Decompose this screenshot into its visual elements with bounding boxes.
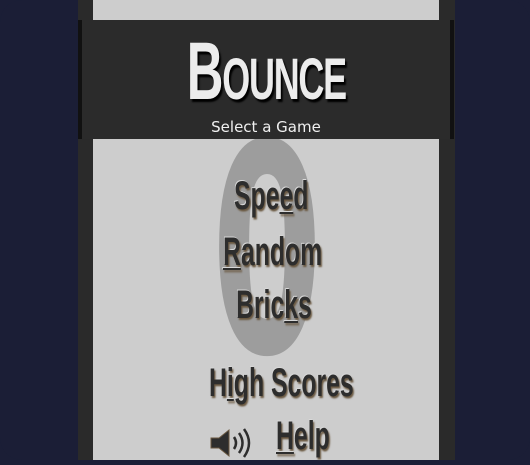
speaker-volume-icon-graphic	[210, 428, 251, 458]
menu-speed-text-post: d	[293, 174, 309, 218]
title-first-letter: B	[186, 26, 223, 117]
game-title: BOUNCE	[93, 31, 439, 113]
menu-help-button[interactable]: Help	[276, 416, 330, 456]
menu-help-hotkey: H	[276, 414, 294, 458]
menu-random-button[interactable]: Random	[223, 232, 322, 272]
menu-speed-button[interactable]: Speed	[234, 176, 308, 216]
subtitle: Select a Game	[211, 118, 321, 136]
menu-speed-text-pre: Spe	[234, 174, 280, 218]
menu-high-scores-button[interactable]: High Scores	[209, 363, 354, 403]
menu-high-scores-text-post: gh Scores	[233, 361, 354, 405]
menu-bricks-button[interactable]: Bricks	[236, 285, 312, 325]
menu-speed-hotkey: e	[279, 174, 294, 218]
menu-high-scores-text-pre: H	[209, 361, 227, 405]
menu-help-text-post: elp	[293, 414, 330, 458]
menu-bricks-hotkey: k	[284, 283, 299, 327]
menu-bricks-text-post: s	[298, 283, 312, 327]
menu-bricks-text-pre: Bric	[236, 283, 285, 327]
menu-random-text-post: andom	[240, 230, 323, 274]
menu-random-hotkey: R	[223, 230, 241, 274]
speaker-volume-icon[interactable]	[209, 426, 259, 460]
title-rest: OUNCE	[221, 47, 347, 112]
menu-high-scores-hotkey: i	[226, 361, 234, 405]
